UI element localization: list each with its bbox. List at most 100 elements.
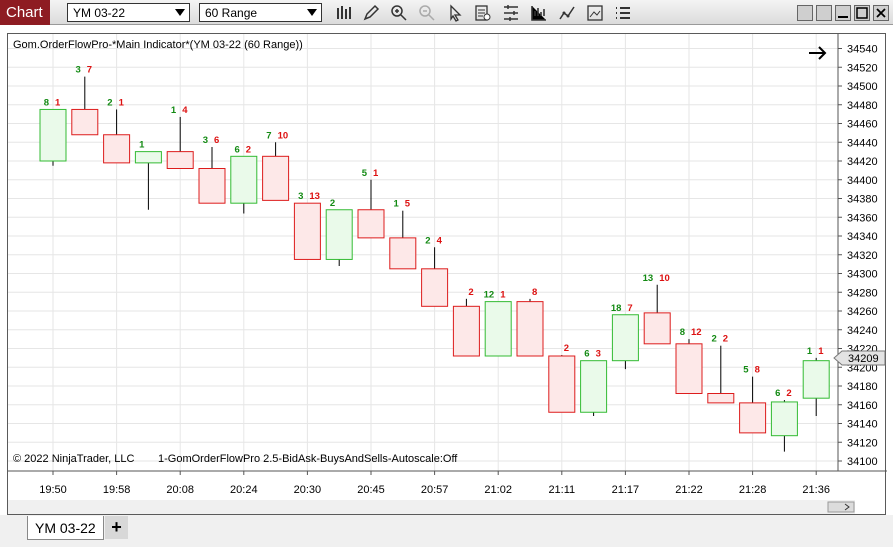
buy-volume-label: 2: [425, 235, 430, 246]
snapshot-icon[interactable]: [586, 4, 604, 22]
candle-body[interactable]: [421, 268, 449, 307]
tab-instrument[interactable]: YM 03-22: [27, 516, 104, 540]
candle-body[interactable]: [484, 301, 512, 357]
buy-volume-label: 1: [139, 140, 145, 151]
sell-volume-label: 10: [659, 273, 670, 284]
sell-volume-label: 7: [627, 303, 632, 314]
current-price-label: 34209: [848, 353, 879, 365]
candle-body[interactable]: [770, 401, 798, 437]
sell-volume-label: 7: [87, 65, 92, 76]
candle-body[interactable]: [39, 108, 67, 162]
candle-body[interactable]: [389, 237, 417, 270]
sell-volume-label: 2: [246, 144, 251, 155]
x-tick-label: 20:08: [166, 484, 194, 496]
window-option-button[interactable]: [797, 5, 813, 21]
buy-volume-label: 6: [235, 144, 240, 155]
buy-volume-label: 8: [44, 97, 49, 108]
cursor-icon[interactable]: [446, 4, 464, 22]
x-tick-label: 21:28: [739, 484, 767, 496]
chart-panel[interactable]: 8 1 3 7 2 1 1 1 4 3 6 6 2 7 10 3 13 2 5 1 1 5 2 4 2 12 1 8 2 6 3 18 7 13 1…: [7, 33, 887, 516]
x-tick-label: 21:36: [802, 484, 830, 496]
sell-volume-label: 6: [214, 135, 219, 146]
buy-volume-label: 1: [171, 105, 177, 116]
sell-volume-label: 2: [564, 343, 569, 354]
buy-volume-label: 18: [611, 303, 622, 314]
buy-volume-label: 1: [807, 346, 813, 357]
sell-volume-label: 4: [437, 235, 443, 246]
buy-volume-label: 1: [394, 199, 400, 210]
chart-window-tab[interactable]: Chart: [0, 0, 50, 25]
x-tick-label: 20:57: [421, 484, 449, 496]
candle-body[interactable]: [198, 168, 226, 204]
sell-volume-label: 2: [723, 334, 728, 345]
bar-type-icon[interactable]: [335, 4, 353, 22]
candle-body[interactable]: [739, 402, 767, 434]
candle-body[interactable]: [262, 155, 290, 201]
properties-icon[interactable]: [502, 4, 520, 22]
maximize-icon: [856, 7, 868, 19]
y-tick-label: 34180: [847, 381, 878, 393]
candle-body[interactable]: [230, 155, 258, 204]
sell-volume-label: 12: [691, 327, 702, 338]
instrument-value: YM 03-22: [73, 6, 126, 20]
candle-body[interactable]: [516, 301, 544, 357]
candle-body[interactable]: [580, 360, 608, 413]
instrument-selector[interactable]: YM 03-22: [67, 3, 190, 22]
sell-volume-label: 2: [468, 287, 473, 298]
sell-volume-label: 1: [500, 290, 506, 301]
close-button[interactable]: [873, 5, 889, 21]
y-tick-label: 34460: [847, 119, 878, 131]
horizontal-scrollbar[interactable]: [8, 500, 855, 514]
minimize-icon: [838, 16, 848, 18]
zoom-out-icon[interactable]: [418, 4, 436, 22]
candle-body[interactable]: [611, 314, 639, 362]
y-tick-label: 34500: [847, 81, 878, 93]
scrollbar-thumb[interactable]: [827, 501, 855, 513]
strategies-icon[interactable]: [558, 4, 576, 22]
indicators-icon[interactable]: [530, 4, 548, 22]
x-tick-label: 21:17: [612, 484, 640, 496]
buy-volume-label: 2: [330, 198, 335, 209]
candle-body[interactable]: [802, 360, 830, 399]
buy-volume-label: 3: [298, 191, 303, 202]
x-tick-label: 19:50: [39, 484, 67, 496]
data-box-icon[interactable]: [474, 4, 492, 22]
sell-volume-label: 3: [596, 349, 601, 360]
candle-body[interactable]: [293, 202, 321, 260]
menu-icon[interactable]: [614, 4, 632, 22]
y-tick-label: 34300: [847, 269, 878, 281]
candle-body[interactable]: [71, 108, 99, 136]
window-option-button[interactable]: [816, 5, 832, 21]
y-tick-label: 34120: [847, 437, 878, 449]
candle-body[interactable]: [166, 151, 194, 169]
candle-body[interactable]: [325, 209, 353, 260]
candle-body[interactable]: [675, 343, 703, 394]
indicator-header: Gom.OrderFlowPro-*Main Indicator*(YM 03-…: [13, 39, 303, 51]
maximize-button[interactable]: [854, 5, 870, 21]
current-price-marker: 34209: [833, 350, 886, 366]
chevron-down-icon[interactable]: [307, 9, 317, 16]
sell-volume-label: 8: [755, 365, 760, 376]
y-tick-label: 34520: [847, 62, 878, 74]
candle-body[interactable]: [643, 312, 671, 345]
chevron-down-icon[interactable]: [175, 9, 185, 16]
y-tick-label: 34260: [847, 306, 878, 318]
candle-body[interactable]: [357, 209, 385, 239]
add-tab-button[interactable]: +: [105, 516, 128, 539]
candle-body[interactable]: [707, 393, 735, 404]
minimize-button[interactable]: [835, 5, 851, 21]
sell-volume-label: 5: [405, 199, 411, 210]
candle-body[interactable]: [548, 355, 576, 413]
x-tick-label: 20:30: [294, 484, 322, 496]
candle-body[interactable]: [134, 151, 162, 164]
pencil-icon[interactable]: [362, 4, 380, 22]
x-tick-label: 20:45: [357, 484, 385, 496]
y-tick-label: 34480: [847, 100, 878, 112]
interval-selector[interactable]: 60 Range: [199, 3, 322, 22]
candle-body[interactable]: [452, 305, 480, 357]
zoom-in-icon[interactable]: [390, 4, 408, 22]
candle-body[interactable]: [103, 134, 131, 164]
sell-volume-label: 8: [532, 287, 537, 298]
price-chart[interactable]: 8 13 72 111 43 66 27 103 1325 11 52 42 12 1 826 318 713 1…: [8, 34, 887, 516]
sell-volume-label: 1: [818, 346, 824, 357]
